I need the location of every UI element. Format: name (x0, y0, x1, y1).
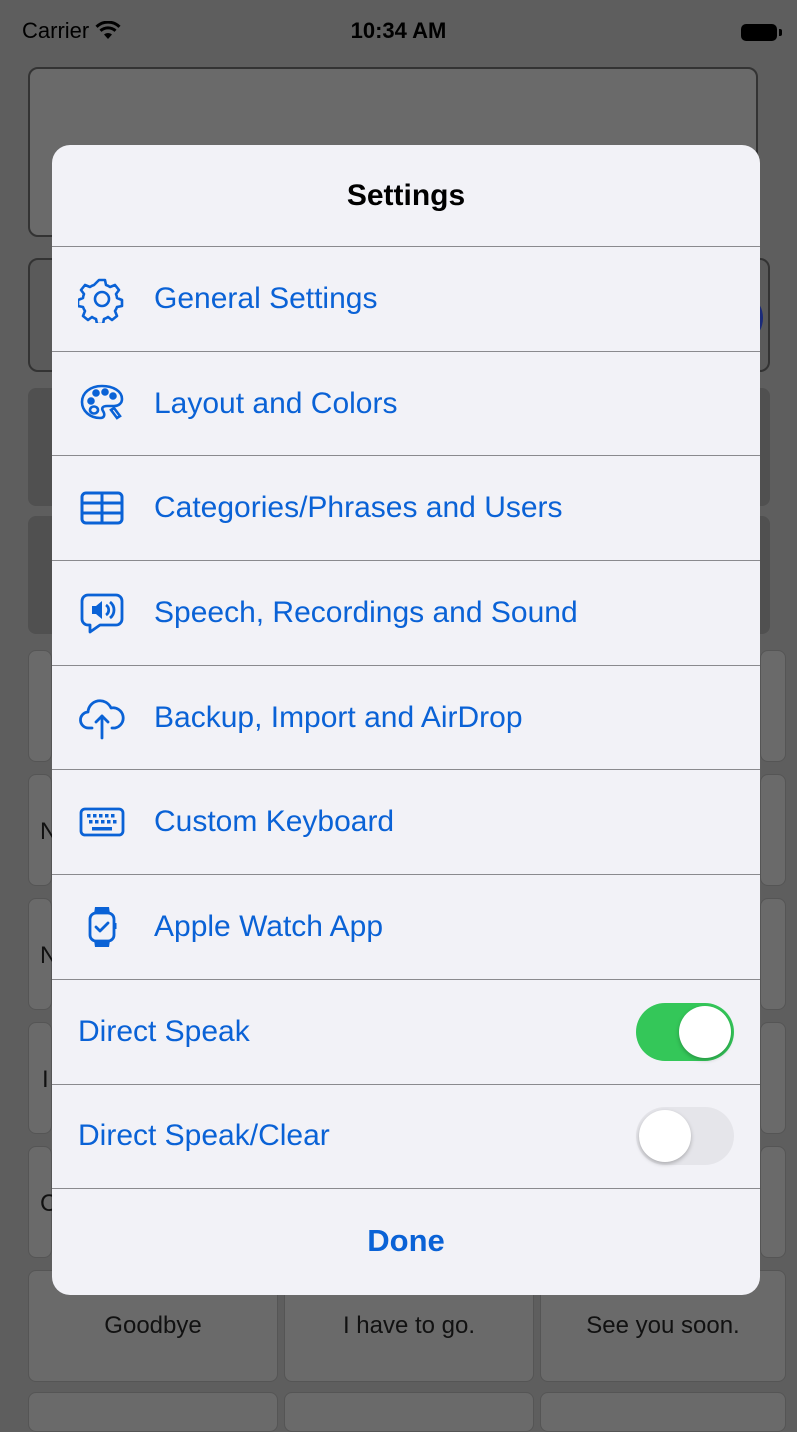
custom-keyboard-label: Custom Keyboard (154, 805, 395, 839)
keyboard-icon (78, 798, 126, 846)
phrase-tile (284, 1392, 534, 1432)
battery-icon (741, 24, 782, 41)
general-settings-label: General Settings (154, 281, 378, 315)
settings-dialog: Settings General Settings Layout and Col… (52, 145, 760, 1295)
direct-speak-toggle[interactable] (636, 1002, 734, 1061)
gear-icon (78, 275, 126, 323)
status-time: 10:34 AM (350, 18, 447, 43)
speech-recordings-sound-item[interactable]: Speech, Recordings and Sound (52, 561, 760, 666)
direct-speak-clear-toggle[interactable] (636, 1107, 734, 1166)
speech-recordings-sound-label: Speech, Recordings and Sound (154, 595, 578, 629)
layout-colors-label: Layout and Colors (154, 386, 398, 420)
phrase-tile (28, 1392, 278, 1432)
cloud-upload-icon (78, 694, 126, 742)
phrase-tile (760, 898, 786, 1010)
direct-speak-clear-row: Direct Speak/Clear (52, 1085, 760, 1190)
layout-colors-item[interactable]: Layout and Colors (52, 352, 760, 457)
backup-import-airdrop-item[interactable]: Backup, Import and AirDrop (52, 666, 760, 771)
custom-keyboard-item[interactable]: Custom Keyboard (52, 770, 760, 876)
table-icon (78, 484, 126, 532)
phrase-tile (760, 1022, 786, 1134)
apple-watch-app-item[interactable]: Apple Watch App (52, 875, 760, 980)
done-button[interactable]: Done (52, 1189, 760, 1292)
phrase-tile-partial-text: I (42, 1066, 49, 1093)
direct-speak-label: Direct Speak (78, 1014, 250, 1048)
status-bar: Carrier 10:34 AM (0, 0, 797, 64)
phrase-tile (760, 774, 786, 886)
speaker-bubble-icon (78, 589, 126, 637)
general-settings-item[interactable]: General Settings (52, 247, 760, 352)
categories-phrases-users-item[interactable]: Categories/Phrases and Users (52, 456, 760, 562)
dialog-title: Settings (52, 145, 760, 247)
phrase-tile (28, 650, 52, 762)
backup-import-airdrop-label: Backup, Import and AirDrop (154, 700, 523, 734)
watch-icon (78, 903, 126, 951)
phrase-tile (540, 1392, 786, 1432)
apple-watch-app-label: Apple Watch App (154, 909, 384, 943)
phrase-tile (760, 650, 786, 762)
direct-speak-row: Direct Speak (52, 980, 760, 1085)
direct-speak-clear-label: Direct Speak/Clear (78, 1119, 330, 1153)
categories-phrases-users-label: Categories/Phrases and Users (154, 491, 563, 525)
phrase-tile (760, 1146, 786, 1258)
palette-icon (78, 380, 126, 428)
